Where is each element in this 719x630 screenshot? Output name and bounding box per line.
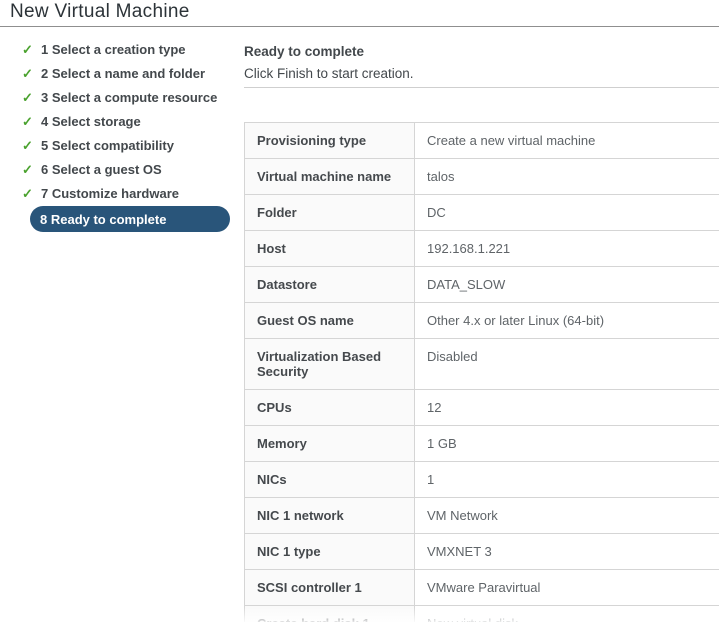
summary-table-container: Provisioning type Create a new virtual m… — [244, 122, 719, 622]
wizard-step[interactable]: ✓ 2 Select a name and folder — [0, 61, 240, 85]
summary-table: Provisioning type Create a new virtual m… — [244, 122, 719, 622]
check-icon: ✓ — [22, 187, 35, 200]
panel-divider — [244, 87, 719, 88]
summary-row-label: Virtualization Based Security — [245, 339, 415, 390]
summary-row-value: 12 — [415, 390, 719, 426]
summary-row: Provisioning type Create a new virtual m… — [245, 123, 719, 159]
summary-row: CPUs 12 — [245, 390, 719, 426]
check-icon: ✓ — [22, 115, 35, 128]
panel-subheading: Click Finish to start creation. — [244, 66, 414, 81]
step-label: 4 Select storage — [41, 114, 141, 129]
summary-row-value: DC — [415, 195, 719, 231]
summary-row-value: talos — [415, 159, 719, 195]
step-label: 8 Ready to complete — [40, 212, 166, 227]
step-label: 6 Select a guest OS — [41, 162, 162, 177]
summary-row-value: 1 GB — [415, 426, 719, 462]
summary-row: Virtual machine name talos — [245, 159, 719, 195]
step-label: 2 Select a name and folder — [41, 66, 205, 81]
summary-row-value: Disabled — [415, 339, 719, 390]
step-label: 5 Select compatibility — [41, 138, 174, 153]
summary-row-label: Provisioning type — [245, 123, 415, 159]
summary-row-label: CPUs — [245, 390, 415, 426]
check-icon: ✓ — [22, 163, 35, 176]
wizard-step[interactable]: ✓ 3 Select a compute resource — [0, 85, 240, 109]
summary-row-value: 1 — [415, 462, 719, 498]
summary-row-label: Memory — [245, 426, 415, 462]
check-icon: ✓ — [22, 91, 35, 104]
summary-row-label: Virtual machine name — [245, 159, 415, 195]
summary-row-label: NICs — [245, 462, 415, 498]
wizard-step[interactable]: ✓ 5 Select compatibility — [0, 133, 240, 157]
page-title: New Virtual Machine — [10, 1, 190, 23]
wizard-step[interactable]: ✓ 6 Select a guest OS — [0, 157, 240, 181]
summary-row: NIC 1 type VMXNET 3 — [245, 534, 719, 570]
summary-row-value: New virtual disk — [415, 606, 719, 623]
wizard-step[interactable]: ✓ 4 Select storage — [0, 109, 240, 133]
summary-row: SCSI controller 1 VMware Paravirtual — [245, 570, 719, 606]
summary-row: NIC 1 network VM Network — [245, 498, 719, 534]
summary-row: Memory 1 GB — [245, 426, 719, 462]
summary-row-value: VMXNET 3 — [415, 534, 719, 570]
summary-row-label: NIC 1 network — [245, 498, 415, 534]
panel-heading: Ready to complete — [244, 44, 364, 59]
step-label: 7 Customize hardware — [41, 186, 179, 201]
summary-row: Create hard disk 1 New virtual disk — [245, 606, 719, 623]
summary-row-value: 192.168.1.221 — [415, 231, 719, 267]
step-label: 1 Select a creation type — [41, 42, 186, 57]
summary-row: Guest OS name Other 4.x or later Linux (… — [245, 303, 719, 339]
summary-row: NICs 1 — [245, 462, 719, 498]
new-vm-wizard: { "title": "New Virtual Machine", "color… — [0, 0, 719, 630]
summary-row-value: VM Network — [415, 498, 719, 534]
summary-row-label: Create hard disk 1 — [245, 606, 415, 623]
check-icon: ✓ — [22, 139, 35, 152]
summary-row-label: SCSI controller 1 — [245, 570, 415, 606]
summary-row: Host 192.168.1.221 — [245, 231, 719, 267]
summary-row-value: Create a new virtual machine — [415, 123, 719, 159]
wizard-steps: ✓ 1 Select a creation type ✓ 2 Select a … — [0, 37, 240, 232]
summary-row: Datastore DATA_SLOW — [245, 267, 719, 303]
wizard-step[interactable]: ✓ 7 Customize hardware — [0, 181, 240, 205]
summary-row-value: Other 4.x or later Linux (64-bit) — [415, 303, 719, 339]
check-icon: ✓ — [22, 43, 35, 56]
wizard-step[interactable]: ✓ 1 Select a creation type — [0, 37, 240, 61]
title-divider — [0, 26, 719, 27]
summary-row: Virtualization Based Security Disabled — [245, 339, 719, 390]
wizard-step-active[interactable]: 8 Ready to complete — [30, 206, 230, 232]
summary-row-label: Host — [245, 231, 415, 267]
summary-row-label: Datastore — [245, 267, 415, 303]
check-icon: ✓ — [22, 67, 35, 80]
step-label: 3 Select a compute resource — [41, 90, 217, 105]
summary-row-label: Guest OS name — [245, 303, 415, 339]
summary-row-label: Folder — [245, 195, 415, 231]
summary-row-value: DATA_SLOW — [415, 267, 719, 303]
summary-row: Folder DC — [245, 195, 719, 231]
summary-row-label: NIC 1 type — [245, 534, 415, 570]
summary-row-value: VMware Paravirtual — [415, 570, 719, 606]
